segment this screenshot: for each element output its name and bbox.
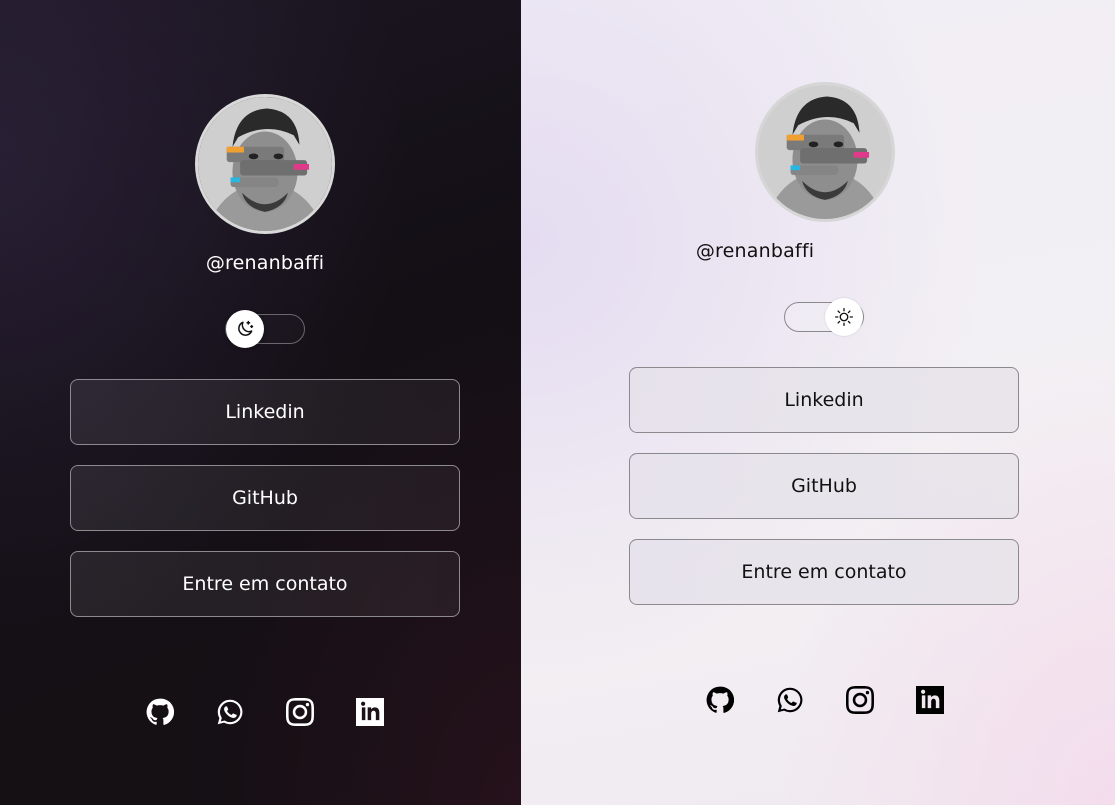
contact-button[interactable]: Entre em contato [629, 539, 1019, 605]
profile-avatar [755, 82, 895, 222]
contact-button[interactable]: Entre em contato [70, 551, 460, 617]
github-button[interactable]: GitHub [70, 465, 460, 531]
whatsapp-icon[interactable] [776, 686, 804, 714]
profile-username: @renanbaffi [205, 252, 325, 274]
linkedin-button[interactable]: Linkedin [629, 367, 1019, 433]
github-icon[interactable] [706, 686, 734, 714]
moon-stars-icon [238, 320, 254, 336]
linkedin-icon[interactable] [916, 686, 944, 714]
theme-toggle[interactable] [225, 310, 305, 348]
linkedin-icon[interactable] [356, 698, 384, 726]
toggle-knob[interactable] [226, 310, 264, 348]
social-links [706, 686, 944, 714]
linkedin-button[interactable]: Linkedin [70, 379, 460, 445]
toggle-knob[interactable] [825, 298, 863, 336]
theme-toggle[interactable] [784, 298, 864, 336]
sun-icon [835, 308, 853, 326]
github-button[interactable]: GitHub [629, 453, 1019, 519]
github-icon[interactable] [146, 698, 174, 726]
whatsapp-icon[interactable] [216, 698, 244, 726]
profile-username: @renanbaffi [695, 240, 815, 262]
instagram-icon[interactable] [846, 686, 874, 714]
instagram-icon[interactable] [286, 698, 314, 726]
dark-theme-panel: @renanbaffi Linkedin GitHub Entre em con… [0, 0, 521, 805]
light-theme-panel: @renanbaffi Linkedin GitHub Entre em con… [521, 0, 1115, 805]
social-links [146, 698, 384, 726]
profile-avatar [195, 94, 335, 234]
